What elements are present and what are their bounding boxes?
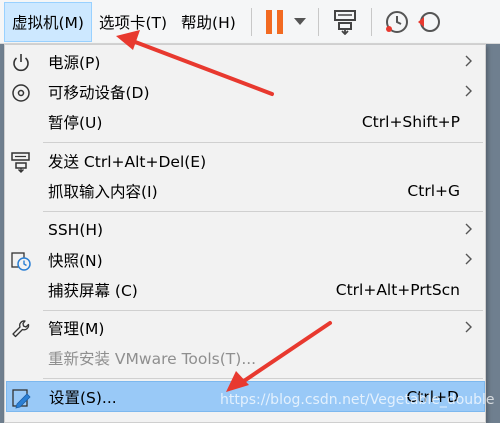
menu-item-label: 抓取输入内容(I) [48, 183, 158, 201]
menu-item-removable-devices[interactable]: 可移动设备(D) [6, 77, 485, 107]
menu-item-label: 暂停(U) [48, 114, 103, 132]
menu-item-reinstall-vmware-tools: 重新安装 VMware Tools(T)... [6, 343, 485, 373]
menu-tabs[interactable]: 选项卡(T) [92, 0, 174, 44]
toolbar-separator [317, 7, 319, 36]
menu-item-grab-input[interactable]: 抓取输入内容(I) Ctrl+G [6, 176, 485, 206]
menu-item-label: 捕获屏幕 (C) [48, 282, 138, 300]
submenu-arrow-icon [465, 253, 472, 265]
menu-divider [43, 142, 483, 143]
submenu-arrow-icon [465, 55, 472, 67]
wrench-icon [12, 320, 30, 338]
menu-item-label: 重新安装 VMware Tools(T)... [48, 350, 257, 368]
pause-icon [265, 9, 283, 34]
submenu-arrow-icon [465, 223, 472, 235]
snapshot-button[interactable] [380, 0, 414, 44]
menu-item-send-ctrl-alt-del[interactable]: 发送 Ctrl+Alt+Del(E) [6, 146, 485, 176]
settings-icon [12, 389, 31, 409]
menu-vm[interactable]: 虚拟机(M) [4, 1, 92, 42]
removable-device-icon [12, 84, 30, 102]
menu-item-snapshot[interactable]: 快照(N) [6, 245, 485, 275]
menu-divider [43, 378, 483, 379]
pause-dropdown-button[interactable] [290, 0, 310, 44]
menu-item-label: 快照(N) [48, 252, 103, 270]
watermark: https://blog.csdn.net/Vegetable_double [220, 392, 495, 408]
submenu-arrow-icon [465, 85, 472, 97]
revert-snapshot-button[interactable] [414, 0, 444, 44]
submenu-arrow-icon [465, 321, 472, 333]
toolbar-separator [370, 7, 372, 36]
menu-item-label: 设置(S)... [49, 388, 117, 407]
pause-button[interactable] [260, 0, 290, 44]
toolbar-separator [250, 7, 252, 36]
snapshot-icon [385, 10, 408, 33]
menu-item-manage[interactable]: 管理(M) [6, 313, 485, 343]
send-keys-icon [11, 152, 30, 173]
menu-item-shortcut: Ctrl+Alt+PrtScn [335, 281, 460, 299]
menu-item-ssh[interactable]: SSH(H) [6, 215, 485, 245]
menu-item-shortcut: Ctrl+G [407, 182, 460, 200]
menu-item-capture-screen[interactable]: 捕获屏幕 (C) Ctrl+Alt+PrtScn [6, 275, 485, 305]
menu-divider [43, 310, 483, 311]
menu-bar: 虚拟机(M) 选项卡(T) 帮助(H) [0, 0, 500, 44]
menu-item-shortcut: Ctrl+Shift+P [361, 113, 460, 131]
revert-icon [417, 11, 440, 32]
menu-item-pause[interactable]: 暂停(U) Ctrl+Shift+P [6, 107, 485, 137]
power-icon [13, 54, 29, 72]
menu-item-label: 发送 Ctrl+Alt+Del(E) [48, 153, 207, 171]
menu-item-label: 电源(P) [48, 54, 101, 72]
menu-divider [43, 211, 483, 212]
send-keys-button[interactable] [327, 0, 363, 44]
menu-item-label: 管理(M) [48, 320, 105, 338]
snapshot-icon [11, 252, 31, 271]
send-keys-icon [333, 9, 356, 35]
menu-help[interactable]: 帮助(H) [174, 0, 243, 44]
menu-item-label: 可移动设备(D) [48, 84, 150, 102]
vm-dropdown-menu: 电源(P) 可移动设备(D) 暂停(U) Ctrl+Shift+P 发送 Ctr… [4, 44, 486, 423]
menu-item-label: SSH(H) [48, 221, 104, 239]
menu-item-power[interactable]: 电源(P) [6, 47, 485, 77]
dropdown-arrow-icon [293, 17, 306, 25]
